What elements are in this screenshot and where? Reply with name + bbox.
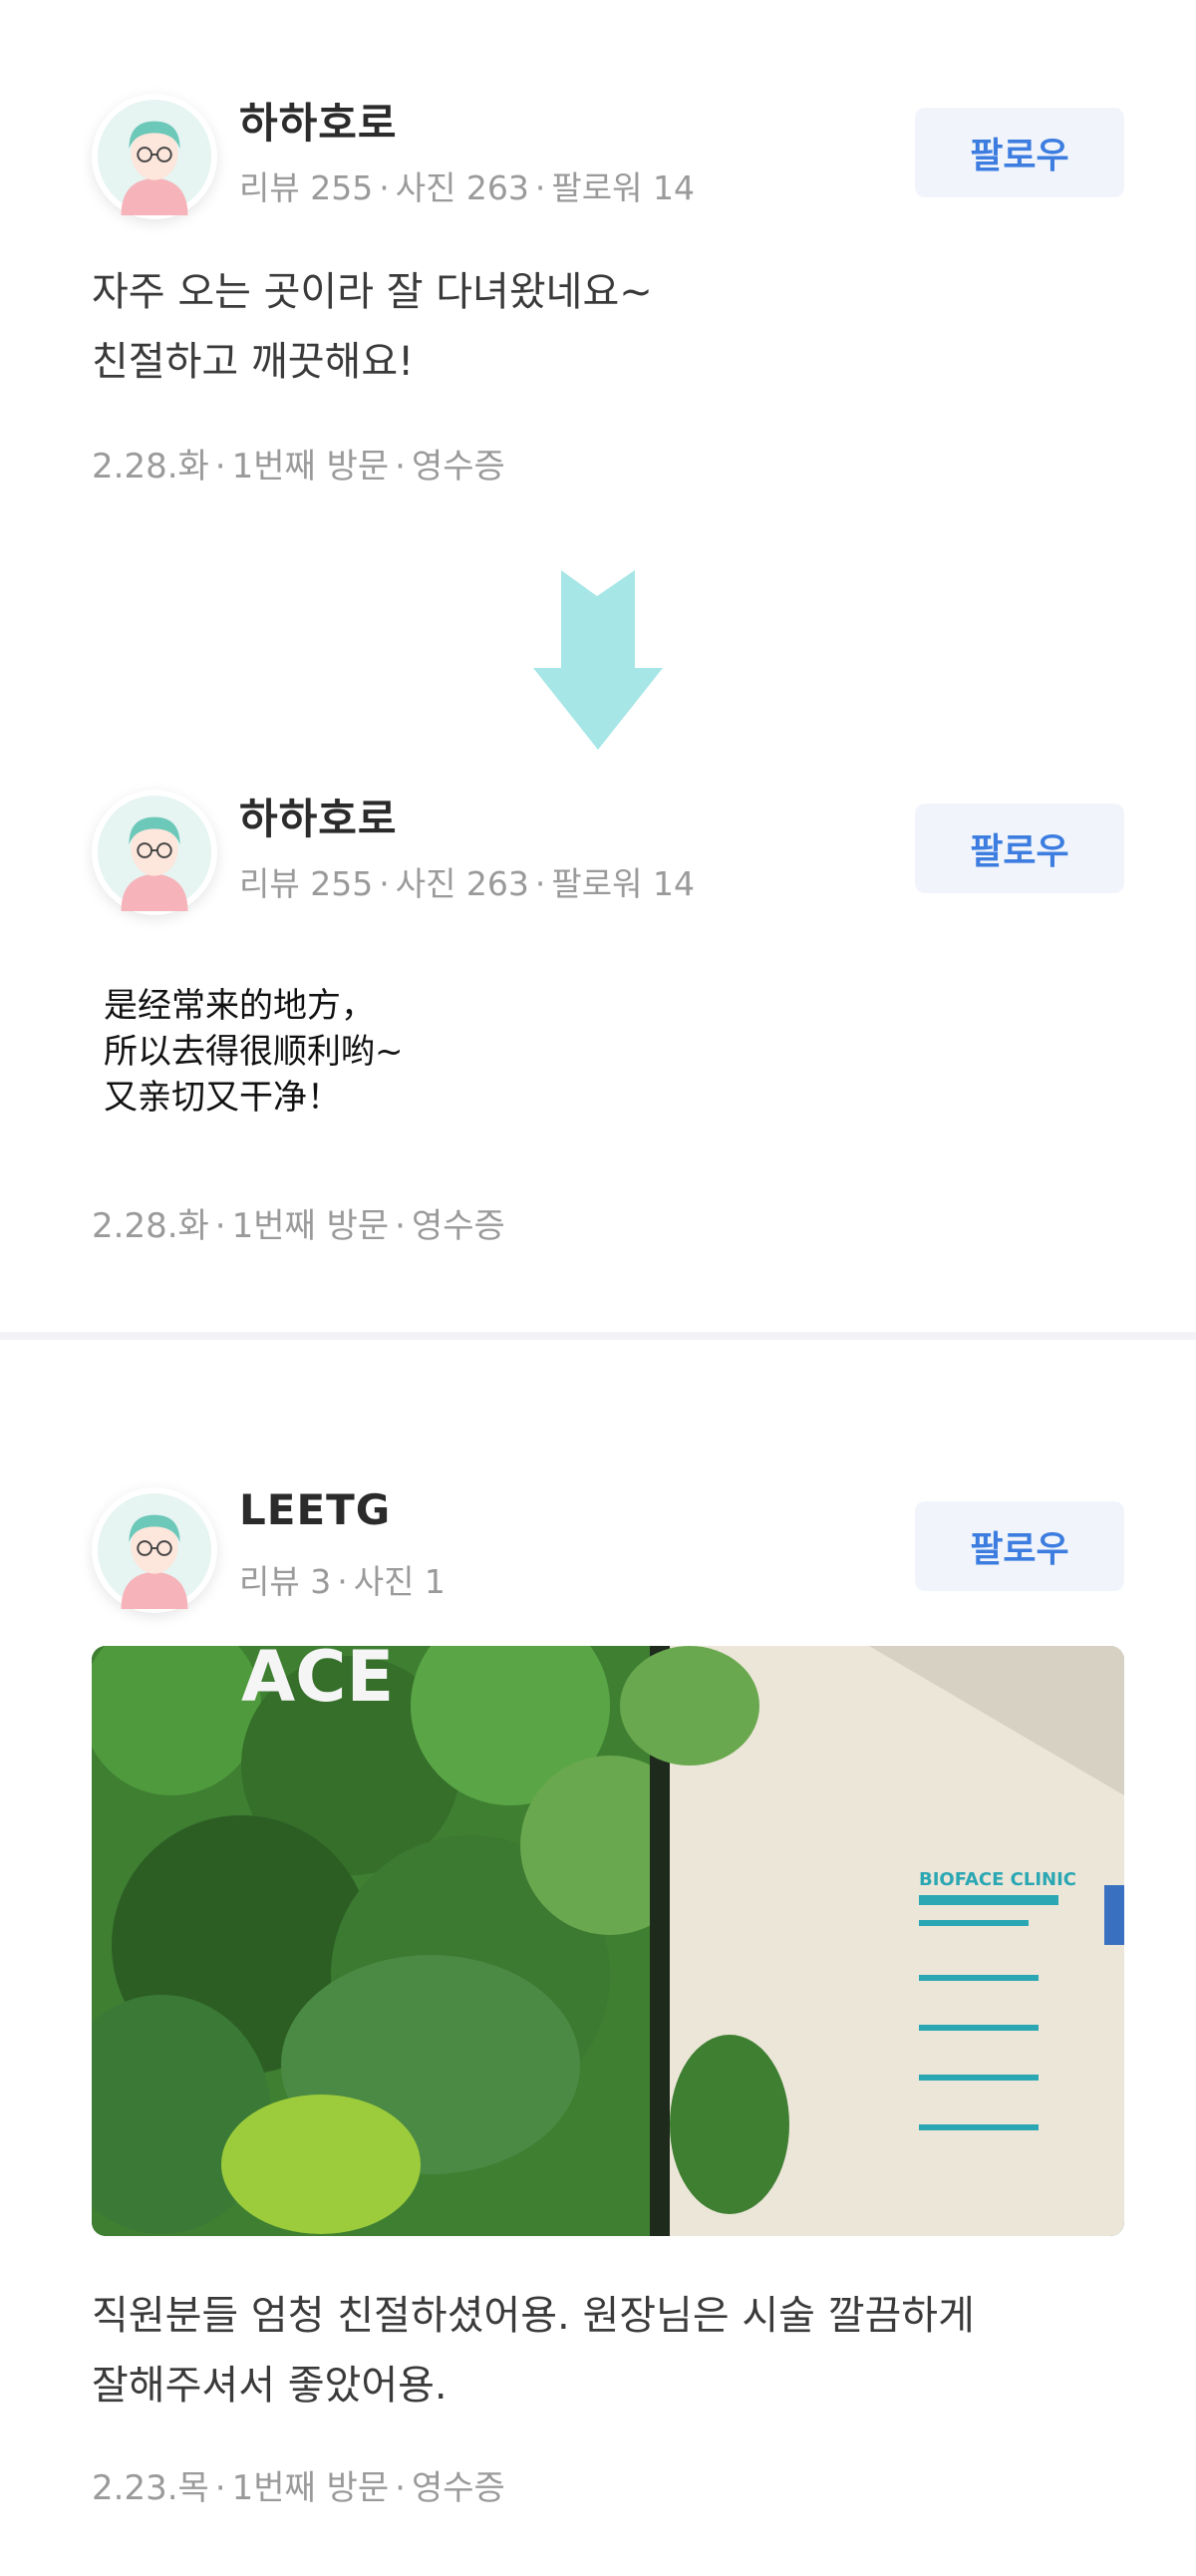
follow-button[interactable]: 팔로우 <box>915 108 1124 197</box>
visit-date: 2.28.화 <box>92 1206 209 1246</box>
stat-photos: 사진 1 <box>353 1562 446 1601</box>
visit-date: 2.28.화 <box>92 447 209 486</box>
stat-followers: 팔로워 14 <box>551 168 695 207</box>
receipt-badge: 영수증 <box>411 1206 505 1246</box>
user-stats: 리뷰 255 · 사진 263 · 팔로워 14 <box>239 864 695 903</box>
visit-date: 2.23.목 <box>92 2468 209 2508</box>
review-text-line: 잘해주셔서 좋았어용. <box>92 2363 448 2409</box>
review-text[interactable]: 자주 오는 곳이라 잘 다녀왔네요~ 친절하고 깨끗해요! <box>92 257 1128 397</box>
down-arrow-icon <box>533 570 663 750</box>
receipt-badge: 영수증 <box>411 447 505 486</box>
avatar[interactable] <box>92 1487 217 1613</box>
visit-count: 1번째 방문 <box>231 2468 390 2508</box>
review-photo[interactable]: BIOFACE CLINIC ACE <box>92 1646 1124 2236</box>
review-text-line: 又亲切又干净！ <box>104 1078 341 1118</box>
stat-photos: 사진 263 <box>395 168 529 207</box>
stat-reviews: 리뷰 255 <box>239 864 374 903</box>
visit-meta: 2.28.화 · 1번째 방문 · 영수증 <box>92 1206 505 1246</box>
avatar-icon <box>97 99 212 215</box>
section-divider <box>0 1332 1196 1340</box>
visit-meta: 2.23.목 · 1번째 방문 · 영수증 <box>92 2468 505 2508</box>
photo-image: BIOFACE CLINIC ACE <box>92 1646 1124 2236</box>
follow-button[interactable]: 팔로우 <box>915 1501 1124 1591</box>
visit-count: 1번째 방문 <box>231 1206 390 1246</box>
review-text-translated[interactable]: 是经常来的地方， 所以去得很顺利哟~ 又亲切又干净！ <box>104 983 404 1121</box>
visit-count: 1번째 방문 <box>231 447 390 486</box>
review-text-line: 직원분들 엄청 친절하셨어용. 원장님은 시술 깔끔하게 <box>92 2293 975 2339</box>
avatar[interactable] <box>92 790 217 915</box>
avatar-icon <box>97 795 212 911</box>
nickname[interactable]: LEETG <box>239 1485 391 1534</box>
photo-sign-text: BIOFACE CLINIC <box>919 1869 1076 1890</box>
visit-meta: 2.28.화 · 1번째 방문 · 영수증 <box>92 447 505 486</box>
review-text-line: 자주 오는 곳이라 잘 다녀왔네요~ <box>92 269 653 315</box>
stat-reviews: 리뷰 255 <box>239 168 374 207</box>
review-text-line: 친절하고 깨끗해요! <box>92 339 415 385</box>
receipt-badge: 영수증 <box>411 2468 505 2508</box>
stat-followers: 팔로워 14 <box>551 864 695 903</box>
stat-photos: 사진 263 <box>395 864 529 903</box>
avatar[interactable] <box>92 94 217 219</box>
stat-reviews: 리뷰 3 <box>239 1562 332 1601</box>
avatar-icon <box>97 1492 212 1609</box>
user-stats: 리뷰 3 · 사진 1 <box>239 1562 446 1601</box>
nickname[interactable]: 하하호로 <box>239 90 398 151</box>
review-text[interactable]: 직원분들 엄청 친절하셨어용. 원장님은 시술 깔끔하게 잘해주셔서 좋았어용. <box>92 2281 1128 2420</box>
nickname[interactable]: 하하호로 <box>239 786 398 846</box>
photo-wall-text: ACE <box>241 1646 394 1718</box>
follow-button[interactable]: 팔로우 <box>915 804 1124 893</box>
review-text-line: 是经常来的地方， <box>104 986 375 1026</box>
user-stats: 리뷰 255 · 사진 263 · 팔로워 14 <box>239 168 695 207</box>
review-text-line: 所以去得很顺利哟~ <box>104 1032 404 1072</box>
